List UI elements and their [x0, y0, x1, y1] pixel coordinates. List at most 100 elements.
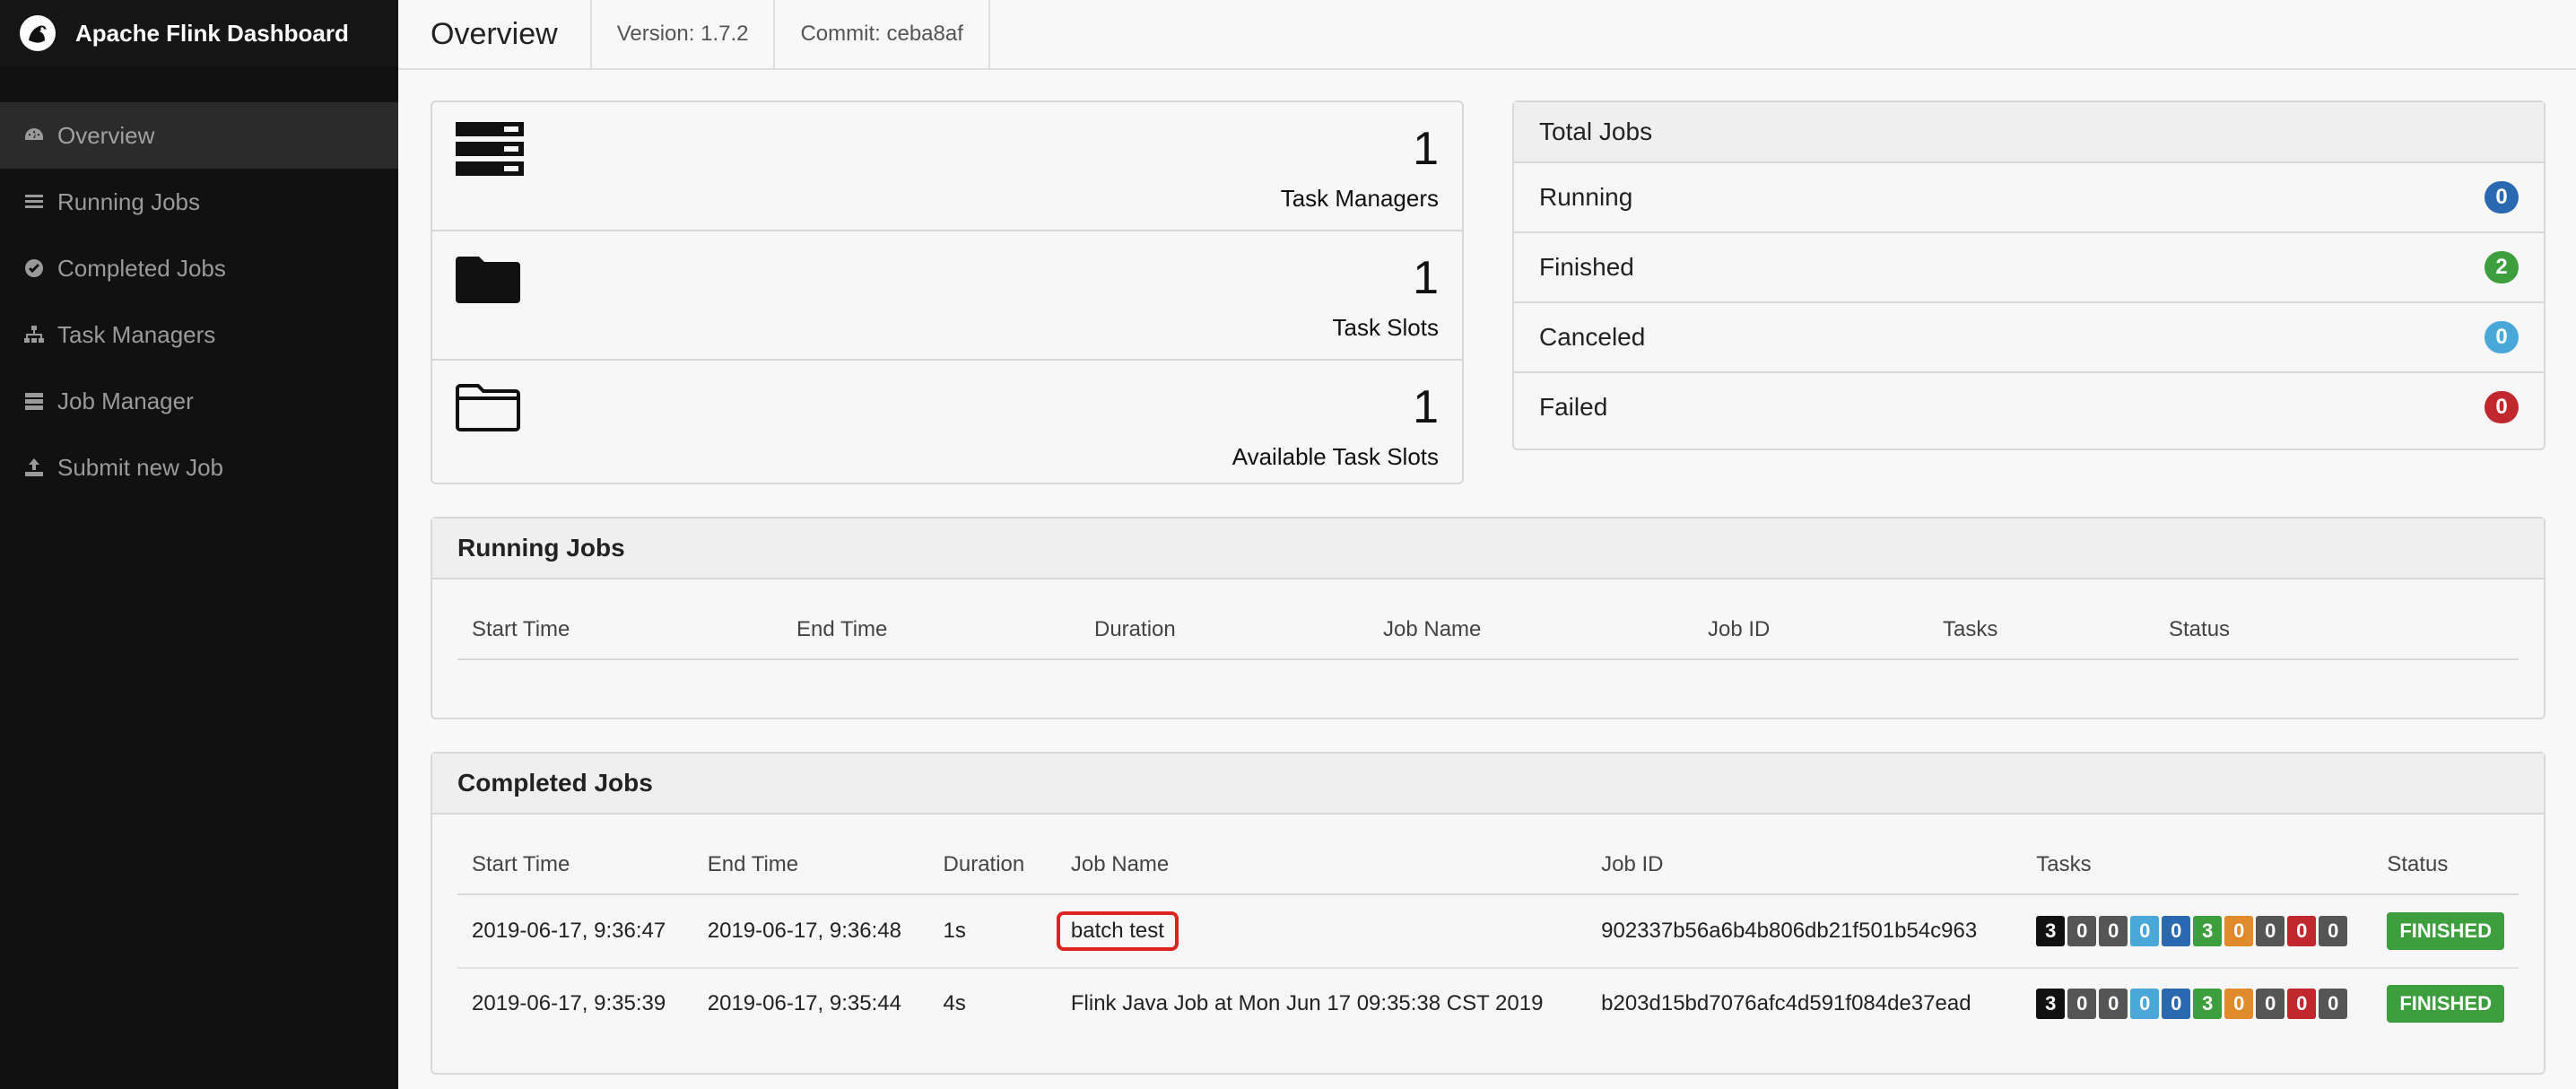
task-count-box: 0: [2162, 989, 2191, 1019]
brand[interactable]: Apache Flink Dashboard: [0, 0, 398, 66]
col-duration[interactable]: Duration: [928, 832, 1057, 895]
sidebar-item-submit-new-job[interactable]: Submit new Job: [0, 434, 398, 501]
folder-icon: [456, 257, 520, 303]
task-managers-label: Task Managers: [1280, 185, 1439, 212]
task-count-box: 3: [2193, 989, 2223, 1019]
running-count-badge: 0: [2485, 181, 2519, 213]
col-job-name[interactable]: Job Name: [1056, 832, 1588, 895]
col-job-id[interactable]: Job ID: [1587, 832, 2023, 895]
stat-task-managers: 1 Task Managers: [432, 102, 1462, 231]
commit-label: Commit: ceba8af: [775, 0, 990, 68]
page-title: Overview: [398, 0, 592, 68]
task-count-box: 0: [2162, 916, 2191, 946]
task-count-box: 0: [2319, 989, 2348, 1019]
job-name-cell[interactable]: batch test: [1056, 894, 1588, 969]
sitemap-icon: [23, 324, 45, 345]
upload-icon: [23, 457, 45, 478]
server-icon: [23, 390, 45, 412]
table-row[interactable]: 2019-06-17, 9:36:47 2019-06-17, 9:36:48 …: [457, 894, 2519, 969]
stat-task-slots: 1 Task Slots: [432, 231, 1462, 361]
sidebar-item-label: Job Manager: [57, 387, 194, 414]
task-slots-count: 1: [1413, 252, 1439, 304]
col-end-time[interactable]: End Time: [692, 832, 929, 895]
task-count-box: 0: [2287, 989, 2317, 1019]
failed-count-badge: 0: [2485, 391, 2519, 423]
sidebar-item-label: Task Managers: [57, 320, 216, 348]
completed-jobs-panel: Completed Jobs Start Time End Time Durat…: [431, 752, 2546, 1075]
task-slots-label: Task Slots: [1332, 314, 1440, 341]
sidebar-item-label: Overview: [57, 121, 155, 149]
total-canceled-label: Canceled: [1539, 323, 1646, 351]
canceled-count-badge: 0: [2485, 321, 2519, 353]
total-finished-row: Finished 2: [1514, 233, 2544, 303]
sidebar-item-overview[interactable]: Overview: [0, 102, 398, 169]
job-id-cell: b203d15bd7076afc4d591f084de37ead: [1601, 991, 1971, 1015]
sidebar-item-completed-jobs[interactable]: Completed Jobs: [0, 235, 398, 301]
duration-cell: 4s: [943, 991, 966, 1015]
duration-cell: 1s: [928, 894, 1057, 969]
total-running-row: Running 0: [1514, 163, 2544, 233]
task-count-box: 0: [2099, 916, 2128, 946]
total-finished-label: Finished: [1539, 253, 1634, 281]
col-job-name[interactable]: Job Name: [1369, 597, 1693, 660]
col-duration[interactable]: Duration: [1080, 597, 1369, 660]
available-task-slots-label: Available Task Slots: [1231, 443, 1439, 470]
sidebar-item-label: Completed Jobs: [57, 254, 226, 282]
col-status[interactable]: Status: [2372, 832, 2519, 895]
task-count-box: 0: [2224, 989, 2254, 1019]
task-count-box: 0: [2224, 916, 2254, 946]
sidebar-item-task-managers[interactable]: Task Managers: [0, 301, 398, 368]
task-count-box: 0: [2287, 916, 2317, 946]
task-count-box: 0: [2067, 916, 2097, 946]
end-time-cell: 2019-06-17, 9:35:44: [707, 991, 901, 1015]
task-count-box: 3: [2193, 916, 2223, 946]
total-failed-row: Failed 0: [1514, 373, 2544, 441]
status-cell: FINISHED: [2372, 894, 2519, 969]
task-count-box: 3: [2036, 916, 2066, 946]
job-id-cell: 902337b56a6b4b806db21f501b54c963: [1587, 894, 2023, 969]
flink-squirrel-logo-icon: [20, 15, 56, 51]
table-header-row: Start Time End Time Duration Job Name Jo…: [457, 832, 2519, 895]
server-stack-icon: [456, 122, 524, 176]
task-count-box: 0: [2099, 989, 2128, 1019]
total-jobs-panel: Total Jobs Running 0 Finished 2 Canceled…: [1512, 100, 2546, 450]
total-canceled-row: Canceled 0: [1514, 303, 2544, 373]
task-count-box: 0: [2319, 916, 2348, 946]
col-start-time[interactable]: Start Time: [457, 832, 693, 895]
running-jobs-panel: Running Jobs Start Time End Time Duratio…: [431, 517, 2546, 719]
task-status-counts: 3000030000: [2036, 989, 2358, 1019]
completed-jobs-table: Start Time End Time Duration Job Name Jo…: [457, 832, 2519, 1039]
total-failed-label: Failed: [1539, 393, 1608, 421]
job-name-highlighted[interactable]: batch test: [1056, 911, 1179, 951]
task-count-box: 0: [2130, 989, 2160, 1019]
available-task-slots-count: 1: [1413, 381, 1439, 433]
sidebar-item-running-jobs[interactable]: Running Jobs: [0, 169, 398, 235]
sidebar-item-job-manager[interactable]: Job Manager: [0, 368, 398, 434]
col-tasks: Tasks: [2022, 832, 2373, 895]
start-time-cell: 2019-06-17, 9:36:47: [457, 894, 693, 969]
col-start-time[interactable]: Start Time: [457, 597, 782, 660]
version-label: Version: 1.7.2: [592, 0, 776, 68]
job-name-cell[interactable]: Flink Java Job at Mon Jun 17 09:35:38 CS…: [1057, 968, 1587, 1039]
total-jobs-title: Total Jobs: [1514, 102, 2544, 163]
status-badge: FINISHED: [2387, 912, 2504, 950]
sidebar: Apache Flink Dashboard Overview Running …: [0, 0, 398, 1089]
folder-open-icon: [456, 384, 520, 431]
col-end-time[interactable]: End Time: [782, 597, 1080, 660]
table-row[interactable]: 2019-06-17, 9:35:39 2019-06-17, 9:35:44 …: [457, 968, 2519, 1039]
task-count-box: 0: [2256, 989, 2285, 1019]
col-job-id[interactable]: Job ID: [1693, 597, 1928, 660]
task-count-box: 0: [2130, 916, 2160, 946]
tasks-cell: 3000030000: [2022, 968, 2372, 1039]
col-status[interactable]: Status: [2154, 597, 2519, 660]
table-header-row: Start Time End Time Duration Job Name Jo…: [457, 597, 2519, 660]
col-tasks: Tasks: [1928, 597, 2154, 660]
task-managers-count: 1: [1413, 123, 1439, 175]
sidebar-nav: Overview Running Jobs Completed Jobs Tas…: [0, 102, 398, 501]
tasks-list-icon: [23, 191, 45, 213]
running-jobs-table: Start Time End Time Duration Job Name Jo…: [457, 597, 2519, 660]
end-time-cell: 2019-06-17, 9:36:48: [692, 894, 929, 969]
task-status-counts: 3000030000: [2036, 916, 2358, 946]
completed-jobs-title: Completed Jobs: [432, 754, 2544, 815]
sidebar-item-label: Submit new Job: [57, 453, 223, 481]
